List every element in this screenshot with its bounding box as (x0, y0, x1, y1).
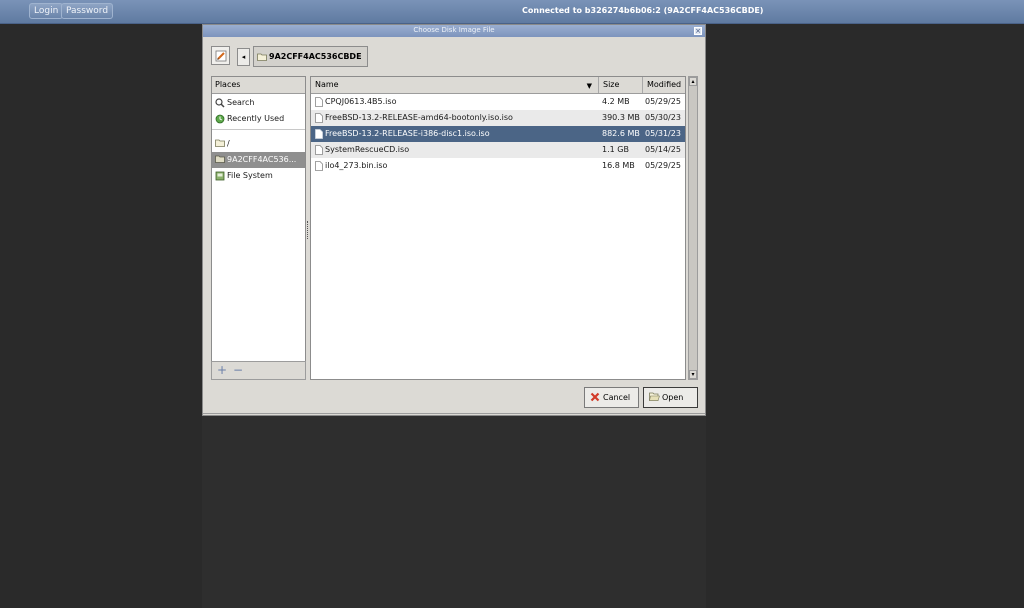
connection-status: Connected to b326274b6b06:2 (9A2CFF4AC53… (522, 6, 764, 15)
file-name: FreeBSD-13.2-RELEASE-i386-disc1.iso.iso (325, 129, 490, 138)
remove-bookmark-button[interactable]: − (233, 364, 243, 376)
cancel-button[interactable]: Cancel (584, 387, 639, 408)
drive-icon (215, 171, 225, 181)
file-modified: 05/29/25 (645, 97, 681, 106)
recent-icon (215, 114, 225, 124)
places-toolbar: + − (211, 361, 306, 380)
scroll-up-icon[interactable]: ▴ (689, 77, 697, 86)
places-header[interactable]: Places (212, 77, 305, 94)
path-back-button[interactable]: ◂ (237, 48, 250, 66)
add-bookmark-button[interactable]: + (217, 364, 227, 376)
column-name[interactable]: Name ▼ (311, 77, 599, 93)
file-size: 16.8 MB (602, 161, 635, 170)
file-icon (315, 129, 323, 139)
file-chooser-dialog: Choose Disk Image File × ◂ 9A2CFF4AC536C… (202, 24, 706, 416)
file-icon (315, 113, 323, 123)
place-label: 9A2CFF4AC536... (227, 155, 297, 164)
places-separator (212, 129, 305, 130)
folder-icon (215, 155, 225, 163)
file-row[interactable]: FreeBSD-13.2-RELEASE-amd64-bootonly.iso.… (311, 110, 685, 126)
search-icon (215, 98, 225, 108)
scroll-down-icon[interactable]: ▾ (689, 370, 697, 379)
dialog-titlebar[interactable]: Choose Disk Image File × (203, 25, 705, 37)
place-home-folder[interactable]: 9A2CFF4AC536... (212, 152, 305, 168)
file-row-selected[interactable]: FreeBSD-13.2-RELEASE-i386-disc1.iso.iso … (311, 126, 685, 142)
file-modified: 05/29/25 (645, 161, 681, 170)
file-row[interactable]: SystemRescueCD.iso 1.1 GB 05/14/25 (311, 142, 685, 158)
file-row[interactable]: ilo4_273.bin.iso 16.8 MB 05/29/25 (311, 158, 685, 174)
close-icon[interactable]: × (694, 27, 702, 35)
folder-icon (215, 139, 225, 147)
file-name: SystemRescueCD.iso (325, 145, 410, 154)
top-bar: Login Password Connected to b326274b6b06… (0, 0, 1024, 24)
place-search[interactable]: Search (212, 95, 305, 111)
type-location-button[interactable] (211, 46, 230, 65)
open-button[interactable]: Open (643, 387, 698, 408)
place-label: Recently Used (227, 114, 285, 123)
places-panel: Places Search Recently Used / 9A2CFF4AC5… (211, 76, 306, 380)
file-name: CPQJ0613.4B5.iso (325, 97, 397, 106)
column-size[interactable]: Size (599, 77, 643, 93)
cancel-label: Cancel (603, 393, 631, 402)
file-modified: 05/14/25 (645, 145, 681, 154)
edit-icon (215, 50, 227, 62)
login-button[interactable]: Login (29, 3, 64, 19)
dialog-bottom-edge (203, 413, 705, 416)
column-modified[interactable]: Modified (643, 77, 685, 93)
file-list-scrollbar[interactable]: ▴ ▾ (688, 76, 698, 380)
place-label: File System (227, 171, 273, 180)
left-background (0, 24, 202, 608)
file-name: FreeBSD-13.2-RELEASE-amd64-bootonly.iso.… (325, 113, 513, 122)
file-modified: 05/31/23 (645, 129, 681, 138)
cancel-icon (590, 392, 600, 402)
place-label: / (227, 139, 230, 148)
path-bar-label: 9A2CFF4AC536CBDE (269, 52, 362, 61)
path-bar-button[interactable]: 9A2CFF4AC536CBDE (253, 46, 368, 67)
dialog-title: Choose Disk Image File (413, 26, 495, 34)
file-size: 4.2 MB (602, 97, 630, 106)
file-icon (315, 97, 323, 107)
password-button[interactable]: Password (61, 3, 114, 19)
place-root[interactable]: / (212, 136, 305, 152)
file-list: Name ▼ Size Modified CPQJ0613.4B5.iso 4.… (310, 76, 686, 380)
file-icon (315, 161, 323, 171)
place-recently-used[interactable]: Recently Used (212, 111, 305, 127)
place-label: Search (227, 98, 255, 107)
place-file-system[interactable]: File System (212, 168, 305, 184)
file-size: 390.3 MB (602, 113, 640, 122)
file-modified: 05/30/23 (645, 113, 681, 122)
file-size: 1.1 GB (602, 145, 629, 154)
file-name: ilo4_273.bin.iso (325, 161, 388, 170)
file-icon (315, 145, 323, 155)
folder-icon (257, 53, 267, 61)
file-size: 882.6 MB (602, 129, 640, 138)
column-name-label: Name (315, 80, 339, 89)
open-label: Open (662, 393, 684, 402)
file-list-header: Name ▼ Size Modified (311, 77, 685, 94)
sort-descending-icon: ▼ (586, 82, 592, 90)
pane-resize-handle[interactable] (307, 221, 309, 239)
file-rows: CPQJ0613.4B5.iso 4.2 MB 05/29/25 FreeBSD… (311, 94, 685, 174)
open-folder-icon (649, 392, 660, 401)
file-row[interactable]: CPQJ0613.4B5.iso 4.2 MB 05/29/25 (311, 94, 685, 110)
